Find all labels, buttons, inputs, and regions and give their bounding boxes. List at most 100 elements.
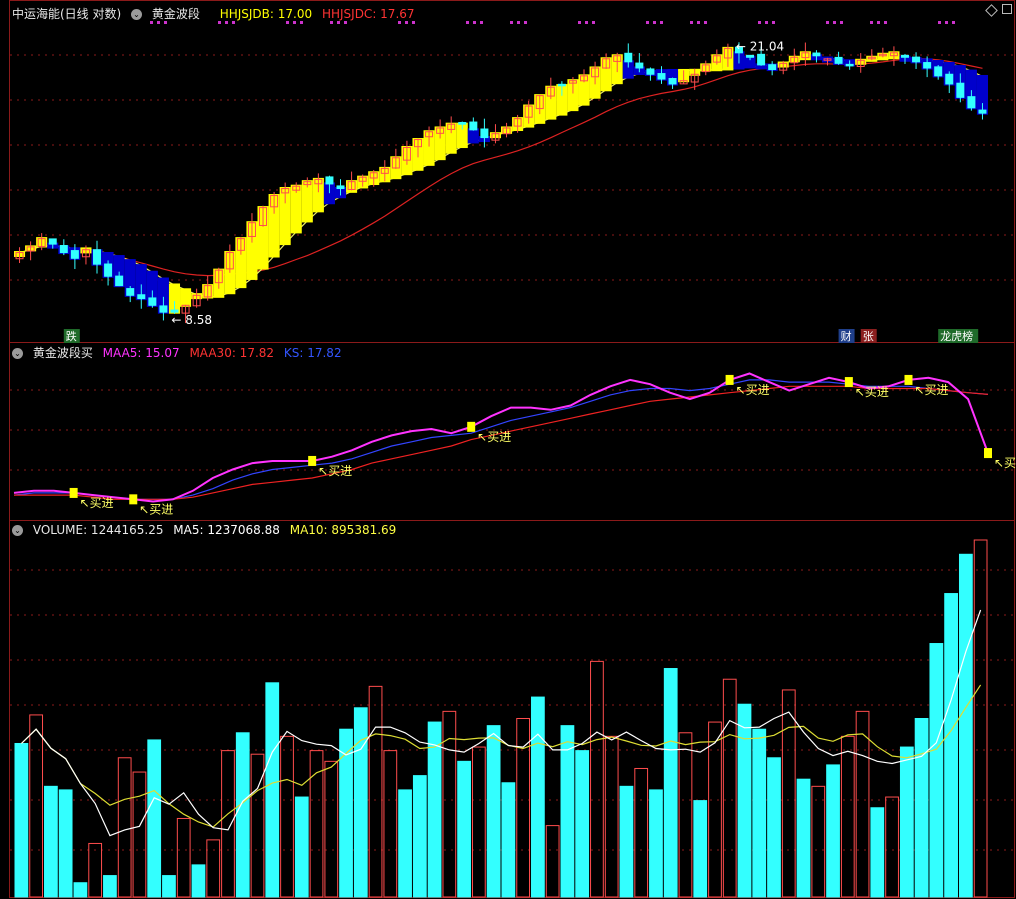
candle-down bbox=[757, 53, 766, 66]
buy-label: ↖买进 bbox=[477, 430, 511, 444]
ma-line-yellow bbox=[19, 57, 983, 298]
buy-label: ↖买进 bbox=[139, 502, 173, 516]
candle-down bbox=[967, 96, 976, 109]
signal-dot bbox=[653, 21, 656, 24]
signal-dot bbox=[225, 21, 228, 24]
candle-down bbox=[845, 63, 854, 67]
candle-down bbox=[834, 56, 843, 64]
buy-marker bbox=[308, 455, 317, 466]
chart-canvas[interactable]: ← 21.04 ← 8.58 跌 财张 龙虎榜 ↖买进 ↖买进 ↖买进 ↖买进 ↖买进 ↖买进 ↖买进… bbox=[0, 0, 1016, 899]
candle-down bbox=[635, 62, 644, 69]
volume-bar-down bbox=[162, 875, 176, 898]
volume-bar-down bbox=[58, 789, 73, 898]
signal-dot bbox=[150, 21, 153, 24]
signal-dot bbox=[884, 21, 887, 24]
volume-bar-down bbox=[147, 739, 162, 898]
signal-dot bbox=[877, 21, 880, 24]
volume-bar-up bbox=[221, 750, 235, 898]
signal-dot bbox=[524, 21, 527, 24]
volume-bar-down bbox=[103, 875, 117, 898]
candle-down bbox=[115, 275, 124, 287]
candle-down bbox=[557, 83, 566, 87]
buy-label: ↖买进 bbox=[736, 383, 770, 397]
volume-bar-down bbox=[353, 707, 368, 898]
signal-dot bbox=[330, 21, 333, 24]
volume-bar-down bbox=[191, 864, 206, 898]
volume-bar-down bbox=[560, 725, 575, 898]
badge-lhb: 龙虎榜 bbox=[940, 329, 973, 343]
volume-bar-up bbox=[590, 660, 604, 898]
volume-bar-up bbox=[324, 760, 339, 898]
volume-bar-down bbox=[767, 757, 781, 898]
signal-dot bbox=[870, 21, 873, 24]
candle-down bbox=[458, 121, 467, 125]
volume-bar-up bbox=[885, 796, 899, 898]
badge-die: 跌 bbox=[66, 329, 77, 343]
candle-down bbox=[104, 263, 113, 277]
candle-down bbox=[137, 294, 146, 300]
signal-dot bbox=[473, 21, 476, 24]
buy-marker bbox=[467, 421, 476, 432]
candle-down bbox=[126, 288, 135, 296]
volume-bar-up bbox=[973, 539, 988, 898]
candle-down bbox=[657, 73, 666, 80]
signal-dot bbox=[480, 21, 483, 24]
volume-bar-up bbox=[708, 721, 722, 898]
volume-bar-down bbox=[501, 782, 516, 898]
volume-bar-down bbox=[265, 682, 280, 898]
volume-bar-up bbox=[840, 735, 855, 898]
volume-bar-down bbox=[929, 643, 944, 898]
buy-marker bbox=[69, 487, 78, 498]
candle-down bbox=[900, 54, 909, 58]
signal-dot bbox=[286, 21, 289, 24]
candle-down bbox=[912, 56, 921, 63]
signal-dot bbox=[517, 21, 520, 24]
signal-dot bbox=[164, 21, 167, 24]
volume-bar-down bbox=[457, 760, 471, 898]
signal-dot bbox=[592, 21, 595, 24]
volume-bar-down bbox=[531, 696, 545, 898]
low-price-label: ← 8.58 bbox=[171, 313, 212, 327]
volume-bar-up bbox=[471, 746, 486, 898]
band-block-up bbox=[180, 288, 192, 307]
volume-bar-down bbox=[73, 882, 88, 898]
volume-bar-up bbox=[855, 710, 870, 898]
volume-bar-down bbox=[619, 785, 634, 898]
signal-dot bbox=[697, 21, 700, 24]
volume-bar-down bbox=[826, 764, 840, 898]
signal-dot bbox=[952, 21, 955, 24]
signal-dot bbox=[344, 21, 347, 24]
buy-marker bbox=[725, 374, 734, 385]
candle-down bbox=[768, 64, 777, 71]
signal-dot bbox=[232, 21, 235, 24]
signal-dot bbox=[660, 21, 663, 24]
candle-down bbox=[59, 245, 68, 254]
volume-bar-down bbox=[870, 807, 885, 898]
volume-bar-down bbox=[737, 703, 752, 898]
candle-down bbox=[934, 66, 943, 77]
volume-bar-down bbox=[294, 796, 309, 898]
signal-dot bbox=[157, 21, 160, 24]
volume-bar-up bbox=[117, 757, 132, 898]
buy-marker bbox=[129, 494, 138, 505]
signal-dot bbox=[578, 21, 581, 24]
candle-down bbox=[746, 54, 755, 58]
volume-bar-down bbox=[235, 732, 250, 898]
volume-bar-down bbox=[486, 725, 501, 898]
volume-bar-up bbox=[280, 735, 294, 898]
candle-down bbox=[956, 82, 965, 98]
signal-dot bbox=[218, 21, 221, 24]
candle-down bbox=[325, 176, 334, 185]
volume-bar-up bbox=[678, 732, 693, 898]
candle-down bbox=[480, 128, 489, 139]
volume-bar-up bbox=[132, 771, 147, 898]
volume-bar-down bbox=[663, 668, 678, 898]
signal-dot bbox=[772, 21, 775, 24]
buy-label: ↖买进 bbox=[914, 383, 948, 397]
badge-cai: 财 bbox=[841, 329, 852, 343]
candle-down bbox=[624, 52, 633, 63]
signal-dot bbox=[765, 21, 768, 24]
signal-dot bbox=[833, 21, 836, 24]
volume-bar-up bbox=[722, 678, 737, 898]
signal-dot bbox=[398, 21, 401, 24]
